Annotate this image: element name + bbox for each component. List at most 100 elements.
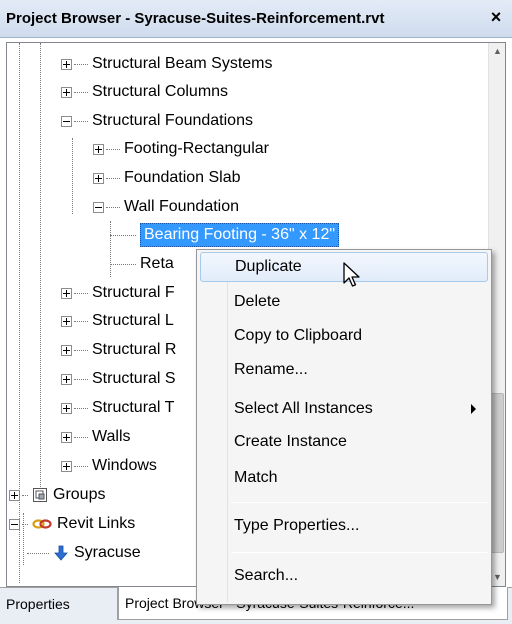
tree-item-groups[interactable]: Groups bbox=[9, 481, 105, 509]
tree-dots bbox=[74, 91, 88, 93]
menu-item-type-properties[interactable]: Type Properties... bbox=[200, 511, 488, 541]
menu-item-label: Select All Instances bbox=[234, 400, 373, 417]
tree-item-label: Groups bbox=[53, 486, 106, 503]
tree-item-revit-links[interactable]: Revit Links bbox=[9, 510, 135, 538]
menu-separator bbox=[231, 502, 487, 503]
tree-dots bbox=[106, 177, 120, 179]
tree-item-wall-foundation[interactable]: Wall Foundation bbox=[93, 193, 239, 221]
tree-item-syracuse-link[interactable]: Syracuse bbox=[27, 539, 141, 567]
tree-dots bbox=[22, 523, 28, 525]
tree-dots bbox=[74, 63, 88, 65]
expand-icon[interactable] bbox=[61, 373, 72, 385]
tree-item-structural-t[interactable]: Structural T bbox=[61, 394, 174, 422]
menu-item-create-instance[interactable]: Create Instance bbox=[200, 427, 488, 457]
menu-item-copy-to-clipboard[interactable]: Copy to Clipboard bbox=[200, 321, 488, 351]
revit-links-icon bbox=[32, 516, 52, 532]
tree-item-label: Structural Beam Systems bbox=[92, 55, 273, 72]
tree-dots bbox=[74, 292, 88, 294]
expand-icon[interactable] bbox=[61, 431, 72, 443]
menu-item-label: Search... bbox=[234, 567, 299, 584]
menu-separator bbox=[231, 552, 487, 553]
groups-icon bbox=[32, 487, 48, 503]
menu-item-label: Type Properties... bbox=[234, 517, 360, 534]
selected-tree-item-label: Bearing Footing - 36" x 12" bbox=[140, 223, 340, 247]
tree-item-label: Windows bbox=[92, 457, 157, 474]
tree-dots bbox=[74, 349, 88, 351]
menu-item-label: Copy to Clipboard bbox=[234, 327, 363, 344]
expand-icon[interactable] bbox=[61, 58, 72, 70]
menu-item-label: Rename... bbox=[234, 361, 308, 378]
tab-properties[interactable]: Properties bbox=[0, 588, 118, 620]
tree-dots bbox=[22, 494, 28, 496]
window-title: Project Browser - Syracuse-Suites-Reinfo… bbox=[6, 10, 385, 27]
tree-dots bbox=[74, 465, 88, 467]
tree-item-foundation-slab[interactable]: Foundation Slab bbox=[93, 164, 241, 192]
scroll-up-arrow-icon[interactable]: ▲ bbox=[489, 43, 505, 60]
revit-link-arrow-icon bbox=[53, 545, 69, 561]
menu-item-rename[interactable]: Rename... bbox=[200, 355, 488, 385]
tree-dots bbox=[110, 234, 136, 236]
tree-item-label: Reta bbox=[140, 255, 174, 272]
tree-dots bbox=[110, 263, 136, 265]
expand-icon[interactable] bbox=[61, 402, 72, 414]
tree-item-structural-r[interactable]: Structural R bbox=[61, 336, 176, 364]
title-bar: Project Browser - Syracuse-Suites-Reinfo… bbox=[0, 0, 512, 38]
tree-item-retaining[interactable]: Reta bbox=[110, 250, 174, 278]
expand-icon[interactable] bbox=[61, 287, 72, 299]
expand-icon[interactable] bbox=[61, 460, 72, 472]
tree-item-structural-f[interactable]: Structural F bbox=[61, 279, 175, 307]
scrollbar-thumb[interactable] bbox=[491, 393, 504, 553]
collapse-icon[interactable] bbox=[61, 115, 72, 127]
collapse-icon[interactable] bbox=[93, 201, 104, 213]
tree-item-label: Structural Columns bbox=[92, 83, 229, 100]
menu-item-select-all-instances[interactable]: Select All Instances bbox=[200, 394, 488, 424]
expand-icon[interactable] bbox=[61, 86, 72, 98]
tree-item-label: Structural F bbox=[92, 284, 175, 301]
tree-item-walls[interactable]: Walls bbox=[61, 423, 131, 451]
menu-item-label: Delete bbox=[234, 293, 281, 310]
tree-item-label: Structural R bbox=[92, 341, 177, 358]
tree-item-windows[interactable]: Windows bbox=[61, 452, 157, 480]
expand-icon[interactable] bbox=[9, 489, 20, 501]
expand-icon[interactable] bbox=[93, 143, 104, 155]
tab-label: Properties bbox=[6, 596, 70, 612]
tree-dots bbox=[74, 378, 88, 380]
menu-item-match[interactable]: Match bbox=[200, 463, 488, 493]
tree-dots bbox=[74, 407, 88, 409]
tree-item-structural-foundations[interactable]: Structural Foundations bbox=[61, 107, 253, 135]
tree-item-label: Footing-Rectangular bbox=[124, 140, 269, 157]
tree-dots bbox=[74, 120, 88, 122]
tree-item-label: Walls bbox=[92, 428, 131, 445]
menu-item-delete[interactable]: Delete bbox=[200, 287, 488, 317]
menu-item-label: Match bbox=[234, 469, 278, 486]
expand-icon[interactable] bbox=[61, 344, 72, 356]
tree-dots bbox=[74, 436, 88, 438]
close-icon[interactable]: × bbox=[486, 7, 506, 28]
collapse-icon[interactable] bbox=[9, 518, 20, 530]
submenu-arrow-icon bbox=[471, 404, 476, 414]
tree-item-structural-columns[interactable]: Structural Columns bbox=[61, 78, 228, 106]
tree-dots bbox=[106, 148, 120, 150]
menu-item-label: Create Instance bbox=[234, 433, 347, 450]
tree-item-label: Structural Foundations bbox=[92, 112, 253, 129]
tree-connector-line bbox=[72, 138, 73, 214]
tree-dots bbox=[27, 552, 49, 554]
tree-dots bbox=[106, 206, 120, 208]
tree-dots bbox=[74, 320, 88, 322]
tree-item-label: Structural L bbox=[92, 312, 174, 329]
context-menu: Duplicate Delete Copy to Clipboard Renam… bbox=[196, 249, 492, 605]
tree-item-bearing-footing[interactable]: Bearing Footing - 36" x 12" bbox=[110, 221, 340, 249]
menu-item-label: Duplicate bbox=[235, 258, 302, 275]
tree-item-label: Wall Foundation bbox=[124, 198, 240, 215]
tree-item-structural-l[interactable]: Structural L bbox=[61, 307, 174, 335]
tree-item-structural-beam-systems[interactable]: Structural Beam Systems bbox=[61, 50, 273, 78]
tree-item-label: Structural S bbox=[92, 370, 176, 387]
tree-item-structural-s[interactable]: Structural S bbox=[61, 365, 176, 393]
expand-icon[interactable] bbox=[93, 172, 104, 184]
expand-icon[interactable] bbox=[61, 315, 72, 327]
tree-item-label: Structural T bbox=[92, 399, 175, 416]
tree-item-label: Revit Links bbox=[57, 515, 136, 532]
menu-item-search[interactable]: Search... bbox=[200, 561, 488, 591]
mouse-cursor-icon bbox=[343, 262, 363, 290]
tree-item-footing-rectangular[interactable]: Footing-Rectangular bbox=[93, 135, 269, 163]
